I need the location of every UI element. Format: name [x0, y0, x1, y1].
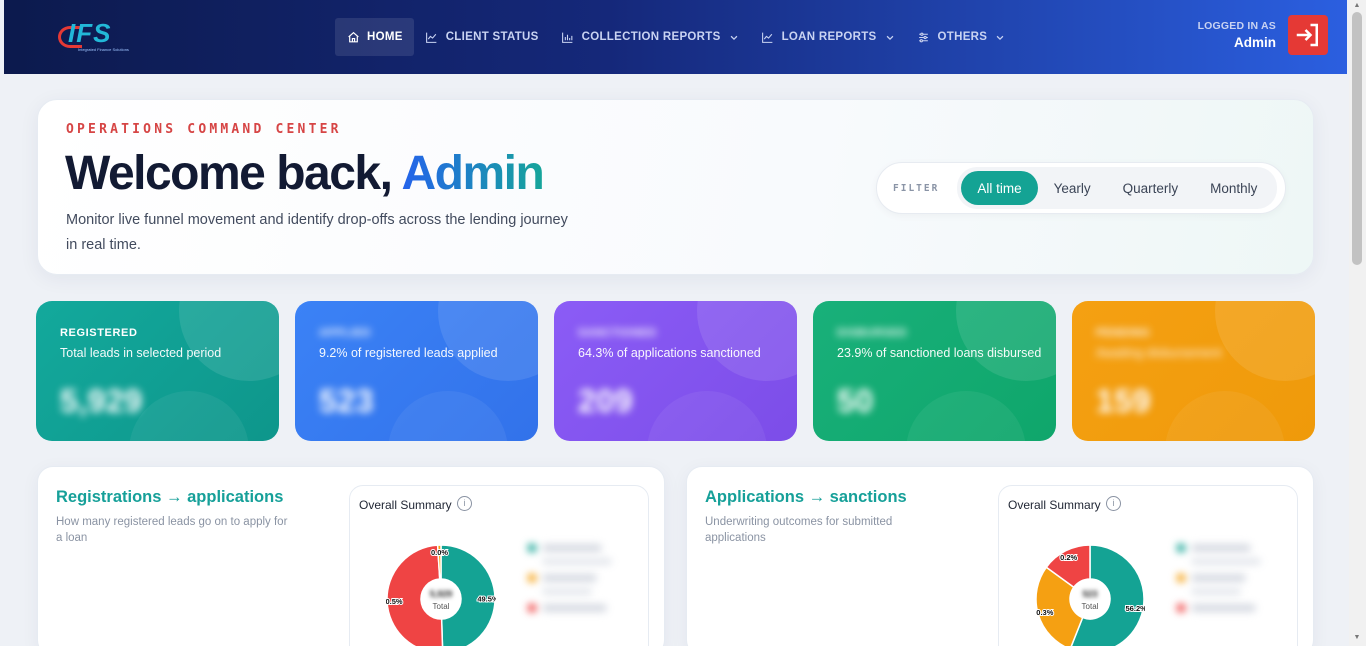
- slice-label: 56.2%: [1126, 604, 1145, 613]
- panel-title: Applications → sanctions: [705, 488, 907, 506]
- chevron-down-icon: [995, 32, 1005, 42]
- donut-center-label: Total: [1082, 602, 1099, 611]
- ifs-logo[interactable]: IFS Integrated Finance Solutions: [58, 18, 138, 56]
- main-nav: HOME CLIENT STATUS COLLECTION REPORTS LO…: [335, 18, 1016, 56]
- donut-center-label: Total: [433, 602, 450, 611]
- legend-item: [1177, 574, 1277, 582]
- sliders-icon: [917, 30, 931, 44]
- filter-options: All time Yearly Quarterly Monthly: [957, 167, 1278, 209]
- summary-legend: [528, 544, 628, 618]
- summary-donut-chart[interactable]: 56.2% 0.3% 0.2% 523 Total: [1035, 544, 1145, 646]
- logo-text: IFS: [68, 18, 112, 48]
- logged-in-label: LOGGED IN AS: [1197, 20, 1276, 32]
- summary-title: Overall Summary: [1008, 498, 1101, 512]
- slice-label: 0.0%: [431, 548, 448, 557]
- filter-all-time[interactable]: All time: [961, 171, 1038, 205]
- stat-card-disbursed[interactable]: DISBURSED 23.9% of sanctioned loans disb…: [813, 301, 1056, 441]
- panel-title: Registrations → applications: [56, 488, 284, 506]
- stat-description: Total leads in selected period: [60, 346, 222, 360]
- funnel-panel-registrations: Registrations → applications How many re…: [37, 466, 665, 646]
- stat-card-applied[interactable]: APPLIED 9.2% of registered leads applied…: [295, 301, 538, 441]
- panel-description: Underwriting outcomes for submitted appl…: [705, 516, 893, 544]
- donut-center-value: 523: [1082, 589, 1097, 599]
- stat-card-registered[interactable]: REGISTERED Total leads in selected perio…: [36, 301, 279, 441]
- welcome-name: Admin: [401, 147, 545, 200]
- chevron-down-icon: [729, 32, 739, 42]
- panel-description: How many registered leads go on to apply…: [56, 516, 288, 544]
- stat-card-pending[interactable]: PENDING Awaiting disbursement 159: [1072, 301, 1315, 441]
- slice-label: 49.5%: [477, 594, 496, 603]
- legend-item: [528, 544, 628, 552]
- info-icon[interactable]: i: [457, 496, 472, 511]
- logged-in-info: LOGGED IN AS Admin: [1184, 20, 1276, 50]
- summary-title: Overall Summary: [359, 498, 452, 512]
- legend-item: [528, 604, 628, 612]
- logout-button[interactable]: [1288, 15, 1328, 55]
- stat-description: 64.3% of applications sanctioned: [578, 346, 761, 360]
- welcome-hero: OPERATIONS COMMAND CENTER Welcome back, …: [37, 99, 1314, 275]
- legend-item: [1177, 604, 1277, 612]
- stat-value: 159: [1096, 383, 1151, 419]
- summary-legend: [1177, 544, 1277, 618]
- stat-value: 523: [319, 383, 374, 419]
- summary-donut-chart[interactable]: 49.5% 0.5% 0.0% 5,929 Total: [386, 544, 496, 646]
- slice-label: 0.5%: [386, 597, 403, 606]
- slice-label: 0.3%: [1036, 608, 1053, 617]
- nav-loan-reports-label: LOAN REPORTS: [781, 31, 877, 43]
- home-icon: [346, 30, 360, 44]
- welcome-prefix: Welcome back,: [65, 147, 402, 200]
- filter-yearly[interactable]: Yearly: [1038, 171, 1107, 205]
- stat-title: REGISTERED: [60, 327, 138, 339]
- stat-description: Awaiting disbursement: [1096, 346, 1222, 360]
- hero-eyebrow: OPERATIONS COMMAND CENTER: [66, 122, 342, 137]
- slice-label: 0.2%: [1060, 553, 1077, 562]
- donut-center-value: 5,929: [430, 589, 453, 599]
- stat-title: APPLIED: [319, 327, 371, 339]
- logo-tagline: Integrated Finance Solutions: [78, 47, 129, 52]
- line-chart-icon: [425, 30, 439, 44]
- nav-home-label: HOME: [367, 31, 403, 43]
- stat-description: 23.9% of sanctioned loans disbursed: [837, 346, 1042, 360]
- donut-center: [421, 579, 461, 619]
- scroll-down-arrow[interactable]: ▼: [1352, 634, 1362, 642]
- nav-client-status-label: CLIENT STATUS: [445, 31, 539, 43]
- stat-description: 9.2% of registered leads applied: [319, 346, 498, 360]
- stat-title: DISBURSED: [837, 327, 908, 339]
- line-chart-icon: [761, 30, 775, 44]
- filter-quarterly[interactable]: Quarterly: [1107, 171, 1195, 205]
- bar-chart-icon: [561, 30, 575, 44]
- period-filter: FILTER All time Yearly Quarterly Monthly: [876, 162, 1286, 214]
- scrollbar-thumb[interactable]: [1352, 12, 1362, 265]
- stat-card-sanctioned[interactable]: SANCTIONED 64.3% of applications sanctio…: [554, 301, 797, 441]
- hero-description: Monitor live funnel movement and identif…: [66, 212, 568, 253]
- logged-in-user: Admin: [1234, 35, 1276, 50]
- overall-summary-card: Overall Summary i 49.5% 0.5% 0.0% 5,929 Tota…: [349, 485, 649, 646]
- logout-icon: [1296, 23, 1318, 47]
- nav-collection-reports[interactable]: COLLECTION REPORTS: [550, 18, 750, 56]
- nav-loan-reports[interactable]: LOAN REPORTS: [750, 18, 906, 56]
- scroll-up-arrow[interactable]: ▲: [1352, 2, 1362, 10]
- info-icon[interactable]: i: [1106, 496, 1121, 511]
- legend-item: [528, 574, 628, 582]
- filter-monthly[interactable]: Monthly: [1194, 171, 1273, 205]
- nav-home[interactable]: HOME: [335, 18, 414, 56]
- nav-others[interactable]: OTHERS: [906, 18, 1017, 56]
- overall-summary-card: Overall Summary i 56.2% 0.3% 0.2% 523 Total: [998, 485, 1298, 646]
- nav-others-label: OTHERS: [937, 31, 988, 43]
- stat-value: 50: [837, 383, 874, 419]
- stat-value: 209: [578, 383, 633, 419]
- chevron-down-icon: [885, 32, 895, 42]
- nav-client-status[interactable]: CLIENT STATUS: [414, 18, 550, 56]
- top-navbar: IFS Integrated Finance Solutions HOME CL…: [4, 0, 1347, 74]
- stat-value: 5,929: [60, 383, 143, 419]
- funnel-panel-applications: Applications → sanctions Underwriting ou…: [686, 466, 1314, 646]
- page-title: Welcome back, Admin: [65, 146, 545, 201]
- donut-center: [1070, 579, 1110, 619]
- stat-title: PENDING: [1096, 327, 1151, 339]
- nav-collection-reports-label: COLLECTION REPORTS: [581, 31, 721, 43]
- stat-title: SANCTIONED: [578, 327, 657, 339]
- filter-label: FILTER: [893, 182, 940, 194]
- legend-item: [1177, 544, 1277, 552]
